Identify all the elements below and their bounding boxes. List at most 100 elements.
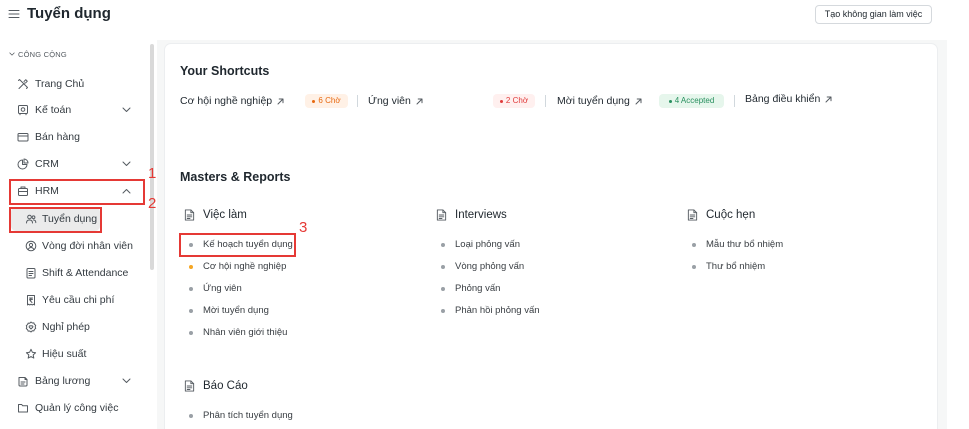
sidebar-item-shift-attendance[interactable]: Shift & Attendance	[11, 261, 147, 285]
link-item[interactable]: Loại phỏng vấn	[436, 234, 656, 256]
chevron-down-icon[interactable]	[122, 161, 131, 167]
folder-icon	[18, 404, 28, 413]
bullet	[189, 309, 193, 313]
link-label: Loại phỏng vấn	[455, 239, 520, 250]
link-label: Phản hồi phỏng vấn	[455, 305, 540, 316]
crm-icon	[17, 158, 29, 170]
shortcut-dashboard[interactable]: Bảng điều khiển	[745, 91, 832, 107]
sidebar-item-label: Vòng đời nhân viên	[42, 240, 133, 252]
shortcut-job-opening[interactable]: Cơ hội nghề nghiệp	[180, 93, 284, 109]
arrow-up-right-icon	[416, 98, 423, 104]
divider	[734, 95, 735, 107]
link-label: Phỏng vấn	[455, 283, 501, 294]
link-card-jobs: Việc làm Kế hoạch tuyển dụng Cơ hội nghề…	[184, 207, 404, 347]
sidebar-item-expense-claims[interactable]: Yêu cầu chi phí	[11, 288, 147, 312]
payroll-icon	[18, 377, 28, 387]
sidebar-section-label: CÔNG CỘNG	[18, 49, 67, 59]
clipboard-icon	[26, 268, 36, 279]
document-icon	[436, 209, 447, 221]
badge-label: 2 Chờ	[505, 96, 529, 105]
link-card-title: Cuộc hẹn	[706, 209, 756, 221]
status-badge: 4 Accepted	[659, 94, 724, 108]
sidebar-scrollbar[interactable]	[150, 44, 154, 270]
link-item[interactable]: Vòng phỏng vấn	[436, 256, 656, 278]
sidebar-section-toggle[interactable]: CÔNG CỘNG	[9, 49, 67, 59]
link-card-title: Việc làm	[203, 209, 247, 221]
annotation-number: 1	[148, 165, 157, 182]
star-icon	[25, 348, 37, 359]
annotation-box	[179, 233, 296, 257]
indicator-dot	[189, 265, 193, 269]
chevron-down-icon[interactable]	[122, 107, 131, 113]
link-label: Mẫu thư bổ nhiệm	[706, 239, 784, 250]
sidebar-item-accounting[interactable]: Kế toán	[9, 98, 145, 122]
link-item[interactable]: Thư bổ nhiệm	[687, 256, 907, 278]
masters-title: Masters & Reports	[180, 170, 291, 184]
link-item[interactable]: Mẫu thư bổ nhiệm	[687, 234, 907, 256]
link-label: Phân tích tuyển dụng	[203, 410, 293, 421]
safe-icon	[18, 105, 28, 116]
bullet	[441, 243, 445, 247]
sidebar-item-label: Bảng lương	[35, 375, 91, 387]
shortcut-job-applicant[interactable]: Ứng viên	[368, 93, 423, 109]
link-label: Vòng phỏng vấn	[455, 261, 525, 272]
sidebar-item-label: Hiệu suất	[42, 348, 87, 360]
sidebar-item-label: CRM	[35, 158, 59, 170]
link-label: Nhân viên giới thiệu	[203, 327, 288, 338]
shortcut-label: Mời tuyển dụng	[557, 95, 630, 107]
sidebar-item-label: Kế toán	[35, 104, 72, 116]
bullet	[441, 287, 445, 291]
badge-dot	[668, 99, 672, 103]
bullet	[692, 265, 696, 269]
sidebar-item-performance[interactable]: Hiệu suất	[11, 342, 147, 366]
bullet	[189, 331, 193, 335]
badge-label: 4 Accepted	[674, 96, 715, 105]
user-circle-icon	[25, 240, 37, 252]
link-item[interactable]: Nhân viên giới thiệu	[184, 322, 404, 344]
link-list: Phân tích tuyển dụng	[184, 405, 404, 427]
arrow-up-right-icon	[277, 98, 284, 104]
link-card-appointments: Cuộc hẹn Mẫu thư bổ nhiệm Thư bổ nhiệm	[687, 207, 907, 347]
link-card-interviews: Interviews Loại phỏng vấn Vòng phỏng vấn…	[436, 207, 656, 347]
link-card-reports: Báo Cáo Phân tích tuyển dụng	[184, 378, 404, 428]
link-item[interactable]: Mời tuyển dụng	[184, 300, 404, 322]
sidebar-item-label: Bán hàng	[35, 131, 80, 143]
shortcut-label: Ứng viên	[368, 95, 411, 107]
shortcuts-title: Your Shortcuts	[180, 64, 270, 78]
create-workspace-button[interactable]: Tạo không gian làm việc	[815, 5, 932, 24]
sidebar-item-payroll[interactable]: Bảng lương	[9, 369, 145, 393]
sidebar-item-label: Nghỉ phép	[42, 321, 90, 333]
badge-label: 6 Chờ	[318, 96, 341, 105]
bullet	[189, 287, 193, 291]
sidebar-item-home[interactable]: Trang Chủ	[9, 72, 145, 96]
heart-badge-icon	[25, 321, 37, 333]
sidebar-item-employee-lifecycle[interactable]: Vòng đời nhân viên	[11, 234, 147, 258]
link-item[interactable]: Phân tích tuyển dụng	[184, 405, 404, 427]
sidebar-item-label: Shift & Attendance	[42, 267, 129, 279]
divider	[545, 95, 546, 107]
divider	[357, 95, 358, 107]
link-item[interactable]: Phỏng vấn	[436, 278, 656, 300]
shortcut-label: Cơ hội nghề nghiệp	[180, 95, 273, 107]
link-item[interactable]: Ứng viên	[184, 278, 404, 300]
link-list: Loại phỏng vấn Vòng phỏng vấn Phỏng vấn …	[436, 234, 656, 322]
chevron-down-icon	[9, 52, 15, 56]
annotation-number: 3	[299, 219, 308, 236]
document-icon	[184, 209, 195, 221]
link-item[interactable]: Phản hồi phỏng vấn	[436, 300, 656, 322]
link-item[interactable]: Cơ hội nghề nghiệp	[184, 256, 404, 278]
sidebar-item-label: Trang Chủ	[35, 78, 85, 90]
sidebar-item-crm[interactable]: CRM	[9, 152, 145, 176]
chevron-down-icon[interactable]	[122, 378, 131, 384]
shortcut-job-offer[interactable]: Mời tuyển dụng	[557, 93, 642, 109]
bullet	[441, 265, 445, 269]
link-label: Thư bổ nhiệm	[706, 261, 766, 272]
sidebar-item-leave[interactable]: Nghỉ phép	[11, 315, 147, 339]
sidebar-item-label: Quản lý công việc	[35, 402, 119, 414]
document-icon	[184, 380, 195, 392]
sidebar-item-sales[interactable]: Bán hàng	[9, 125, 145, 149]
bullet	[189, 414, 193, 418]
arrow-up-right-icon	[635, 98, 642, 104]
sidebar-item-label: Yêu cầu chi phí	[42, 294, 115, 306]
sidebar-item-projects[interactable]: Quản lý công việc	[9, 396, 145, 420]
